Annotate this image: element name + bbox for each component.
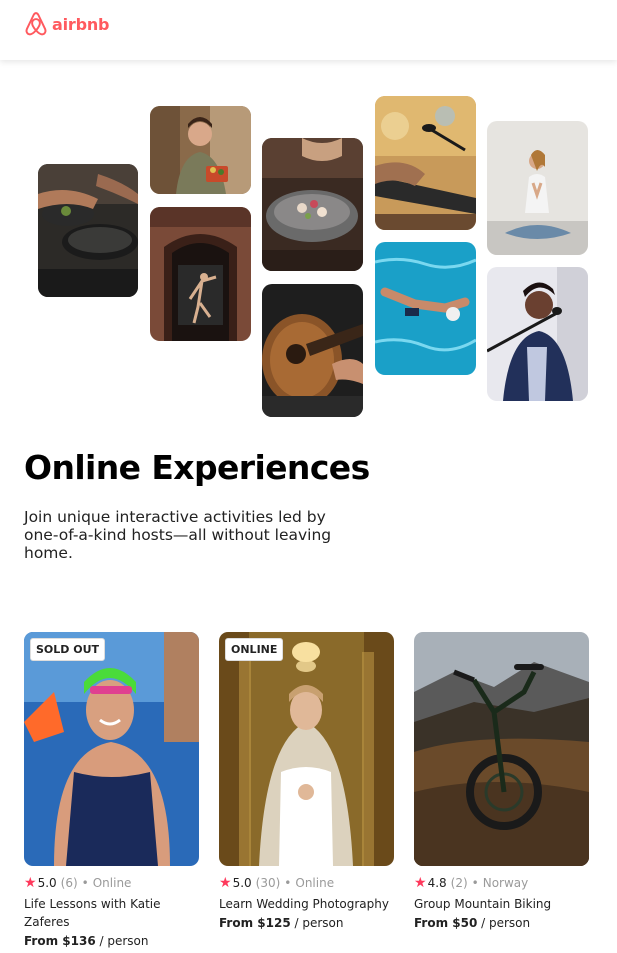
- musician-microphone-photo: [375, 96, 476, 230]
- card-price: From $136 / person: [24, 932, 199, 950]
- review-count: (6): [60, 876, 78, 890]
- online-badge: ONLINE: [225, 638, 284, 661]
- card-stats: ★ 4.8 (2) • Norway: [414, 876, 589, 890]
- location: Online: [92, 876, 132, 890]
- separator-dot: •: [81, 876, 89, 890]
- top-navigation: airbnb: [0, 0, 617, 60]
- brand-name: airbnb: [52, 14, 110, 34]
- separator-dot: •: [284, 876, 292, 890]
- card-stats: ★ 5.0 (30) • Online: [219, 876, 394, 890]
- experience-card[interactable]: ★ 4.8 (2) • Norway Group Mountain Biking…: [414, 632, 589, 950]
- location: Norway: [482, 876, 529, 890]
- rating: 4.8: [427, 876, 447, 890]
- card-title: Learn Wedding Photography: [219, 897, 389, 911]
- separator-dot: •: [471, 876, 479, 890]
- location: Online: [295, 876, 335, 890]
- card-stats: ★ 5.0 (6) • Online: [24, 876, 199, 890]
- rating: 5.0: [37, 876, 57, 890]
- review-count: (2): [450, 876, 468, 890]
- experience-cards: SOLD OUT ★ 5.0 (6) • Online Life Lessons…: [24, 632, 594, 950]
- yoga-woman-photo: [487, 121, 588, 255]
- card-title: Group Mountain Biking: [414, 897, 552, 911]
- review-count: (30): [255, 876, 281, 890]
- price-unit: / person: [95, 934, 149, 948]
- rating: 5.0: [232, 876, 252, 890]
- dancer-in-doorway-photo: [150, 207, 251, 341]
- experience-card[interactable]: SOLD OUT ★ 5.0 (6) • Online Life Lessons…: [24, 632, 199, 950]
- mountain-bike-photo[interactable]: [414, 632, 589, 866]
- swimmer-pool-photo: [375, 242, 476, 375]
- bride-portrait-photo[interactable]: ONLINE: [219, 632, 394, 866]
- star-icon: ★: [414, 875, 427, 891]
- star-icon: ★: [24, 875, 37, 891]
- card-price: From $125 / person: [219, 914, 394, 932]
- hero-collage: [0, 60, 617, 430]
- airbnb-logo[interactable]: airbnb: [24, 11, 109, 37]
- athlete-portrait-photo[interactable]: SOLD OUT: [24, 632, 199, 866]
- singer-microphone-photo: [487, 267, 588, 401]
- airbnb-belo-icon: [25, 12, 47, 36]
- price-from: From $125: [219, 916, 291, 930]
- guitar-player-photo: [262, 284, 363, 417]
- price-from: From $50: [414, 916, 478, 930]
- sold-out-badge: SOLD OUT: [30, 638, 106, 661]
- star-icon: ★: [219, 875, 232, 891]
- food-bowl-photo: [262, 138, 363, 271]
- page-subtitle: Join unique interactive activities led b…: [24, 508, 332, 562]
- cooking-pans-photo: [38, 164, 138, 297]
- page-title: Online Experiences: [24, 448, 370, 487]
- experience-card[interactable]: ONLINE ★ 5.0 (30) • Online Learn Wedding…: [219, 632, 394, 950]
- card-price: From $50 / person: [414, 914, 589, 932]
- card-title: Life Lessons with Katie Zaferes: [24, 897, 161, 929]
- price-from: From $136: [24, 934, 96, 948]
- price-unit: / person: [477, 916, 531, 930]
- price-unit: / person: [290, 916, 344, 930]
- woman-with-produce-photo: [150, 106, 251, 194]
